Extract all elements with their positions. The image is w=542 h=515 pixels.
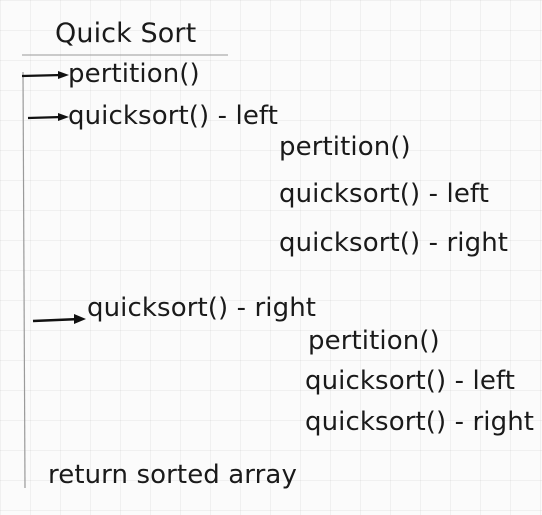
arrow-to-quicksort-right [32, 314, 86, 324]
quicksort-right-step: quicksort() - right [87, 293, 317, 323]
partition-step: pertition() [68, 59, 200, 89]
whiteboard-canvas[interactable]: Quick Sort pertition() quicksort() - lef… [0, 0, 542, 515]
right-branch-quicksort-right: quicksort() - right [305, 407, 535, 437]
right-branch-quicksort-left: quicksort() - left [305, 366, 516, 396]
flow-vertical-line [22, 71, 26, 489]
page-title: Quick Sort [55, 18, 197, 49]
left-branch-quicksort-left: quicksort() - left [279, 179, 490, 209]
left-branch-quicksort-right: quicksort() - right [279, 228, 509, 258]
arrow-to-partition [21, 71, 69, 79]
arrow-to-quicksort-left [27, 113, 69, 121]
right-branch-partition: pertition() [308, 326, 440, 356]
quicksort-left-step: quicksort() - left [68, 101, 279, 131]
return-step: return sorted array [48, 460, 297, 490]
left-branch-partition: pertition() [279, 132, 411, 162]
